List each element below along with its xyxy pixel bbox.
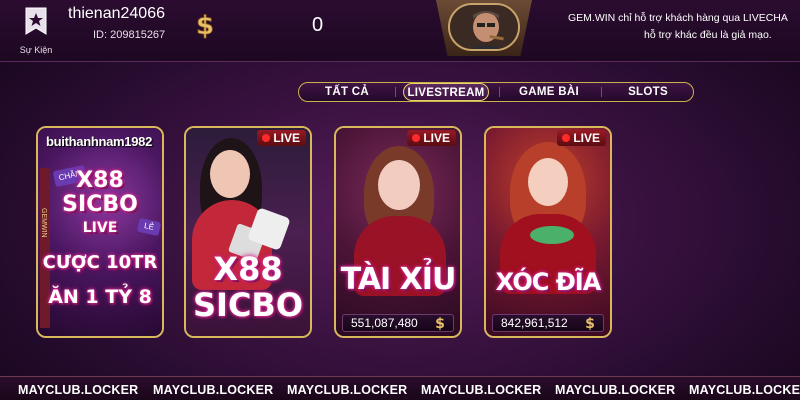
tab-game-bai[interactable]: GAME BÀI: [507, 83, 591, 101]
host-face: [210, 150, 250, 198]
dollar-coin-icon: $: [435, 316, 445, 331]
host-face: [528, 158, 568, 206]
avatar[interactable]: [448, 3, 520, 51]
live-dot-icon: [412, 134, 421, 142]
live-dot-icon: [562, 134, 571, 142]
event-button[interactable]: Sự Kiện: [14, 6, 58, 60]
watermark-text: MAYCLUB.LOCKER: [287, 383, 408, 397]
dollar-coin-icon[interactable]: $: [193, 10, 217, 40]
tab-separator: [601, 87, 602, 97]
logo-x88: X88: [213, 250, 283, 288]
watermark-text: MAYCLUB.LOCKER: [18, 383, 139, 397]
top-bar: Sự Kiện thienan24066 ID: 209815267 $ 0 G…: [0, 0, 800, 62]
logo-live: LIVE: [82, 220, 118, 236]
live-badge-label: LIVE: [423, 131, 450, 145]
logo-sicbo: SICBO: [62, 192, 138, 217]
game-card-xoc-dia[interactable]: LIVE XÓC ĐĨA 842,961,512 $: [484, 126, 612, 338]
watermark-text: MAYCLUB.LOCKER: [153, 383, 274, 397]
promo-line-1: CƯỢC 10TR: [42, 252, 158, 273]
tab-livestream[interactable]: LIVESTREAM: [403, 83, 489, 101]
star-ribbon-icon: [25, 7, 47, 35]
svg-text:$: $: [435, 316, 445, 331]
jackpot-amount: 842,961,512: [501, 316, 568, 330]
user-id: ID: 209815267: [93, 29, 166, 41]
jackpot-value: 842,961,512 $: [492, 314, 604, 332]
game-card-tai-xiu[interactable]: LIVE TÀI XỈU 551,087,480 $: [334, 126, 462, 338]
notice-ticker: GEM.WIN chỉ hỗ trợ khách hàng qua LIVECH…: [568, 10, 800, 44]
category-tabs: TẤT CẢ LIVESTREAM GAME BÀI SLOTS: [298, 82, 694, 102]
logo-xoc-dia: XÓC ĐĨA: [495, 268, 602, 296]
live-badge: LIVE: [257, 130, 306, 146]
tab-separator: [499, 87, 500, 97]
streamer-username: buithanhnam1982: [46, 134, 153, 149]
watermark-text: MAYCLUB.LOCKER: [555, 383, 676, 397]
chips-icon: [530, 226, 574, 244]
jackpot-amount: 551,087,480: [351, 316, 418, 330]
tab-all[interactable]: TẤT CẢ: [309, 83, 385, 101]
notice-line-1: GEM.WIN chỉ hỗ trợ khách hàng qua LIVECH…: [568, 12, 788, 24]
watermark-text: MAYCLUB.LOCKER: [421, 383, 542, 397]
avatar-portrait-icon: [450, 5, 518, 49]
balance-value: 0: [312, 14, 324, 36]
host-face: [378, 160, 420, 210]
logo-tai-xiu: TÀI XỈU: [340, 262, 457, 297]
live-badge-label: LIVE: [273, 131, 300, 145]
live-badge-label: LIVE: [573, 131, 600, 145]
logo-x88: X88: [76, 168, 124, 193]
live-badge: LIVE: [557, 130, 606, 146]
watermark-strip: MAYCLUB.LOCKER MAYCLUB.LOCKER MAYCLUB.LO…: [0, 376, 800, 400]
live-dot-icon: [262, 134, 271, 142]
username: thienan24066: [68, 5, 165, 22]
notice-line-2: hỗ trợ khác đều là giả mạo.: [644, 29, 772, 41]
tab-slots[interactable]: SLOTS: [611, 83, 685, 101]
game-card-x88-sicbo-live-promo[interactable]: buithanhnam1982 GEMWIN CHẴN LẺ X88 SICBO…: [36, 126, 164, 338]
live-badge: LIVE: [407, 130, 456, 146]
game-card-x88-sicbo[interactable]: LIVE X88 SICBO: [184, 126, 312, 338]
promo-line-2: ĂN 1 TỶ 8: [48, 286, 152, 308]
jackpot-value: 551,087,480 $: [342, 314, 454, 332]
event-label: Sự Kiện: [19, 45, 53, 55]
watermark-text: MAYCLUB.LOCKER: [689, 383, 800, 397]
dollar-coin-icon: $: [585, 316, 595, 331]
tab-separator: [395, 87, 396, 97]
svg-text:$: $: [585, 316, 595, 331]
svg-text:$: $: [196, 11, 214, 40]
logo-sicbo: SICBO: [192, 286, 304, 324]
